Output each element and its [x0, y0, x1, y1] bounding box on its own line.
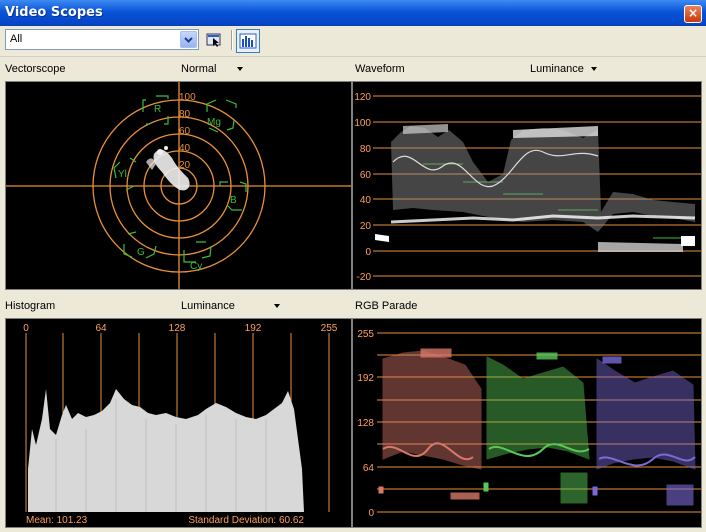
vectorscope-header: Vectorscope Normal	[0, 57, 350, 81]
title-bar: Video Scopes ×	[0, 0, 706, 26]
scope-layout-icon	[239, 33, 257, 49]
close-icon: ×	[687, 6, 699, 20]
video-scopes-window: { "window": { "title": "Video Scopes", "…	[0, 0, 706, 532]
target-label-mg: Mg	[207, 117, 221, 128]
vectorscope-title: Vectorscope	[5, 63, 66, 75]
waveform-panel[interactable]: 120 100 80 60 40 20 0 -20	[352, 81, 702, 290]
rgb-parade-y-192: 192	[357, 373, 374, 384]
target-label-r: R	[154, 104, 161, 115]
histogram-x-128: 128	[169, 323, 186, 334]
waveform-y-60: 60	[360, 170, 372, 181]
histogram-mode-select[interactable]: Luminance	[181, 300, 235, 312]
rgb-parade-title: RGB Parade	[355, 300, 418, 312]
waveform-y-100: 100	[354, 118, 371, 129]
dropdown-arrow-icon[interactable]	[180, 31, 197, 48]
waveform-title: Waveform	[355, 63, 405, 75]
vectorscope-mode-select[interactable]: Normal	[181, 63, 216, 75]
rgb-parade-y-0: 0	[368, 508, 374, 519]
waveform-y-0: 0	[365, 247, 371, 258]
waveform-mode-arrow-icon[interactable]	[591, 67, 597, 71]
histogram-x-64: 64	[95, 323, 107, 334]
rgb-parade-y-255: 255	[357, 329, 374, 340]
waveform-y-20: 20	[360, 221, 372, 232]
pick-tool-button[interactable]	[204, 30, 224, 50]
vectorscope-graph: 100 80 60 40 20 R Mg B Cy G Yl	[6, 82, 351, 289]
scope-layout-button[interactable]	[236, 29, 260, 53]
rgb-parade-graph: 255 192 128 64 0	[357, 329, 701, 519]
target-label-b: B	[230, 195, 237, 206]
pick-tool-icon	[206, 33, 221, 47]
histogram-panel[interactable]: 0 64 128 192 255 Mean: 101.23 Standard D…	[5, 318, 352, 528]
histogram-mode-arrow-icon[interactable]	[274, 304, 280, 308]
rgb-parade-panel[interactable]: 255 192 128 64 0	[352, 318, 702, 528]
rgb-parade-y-64: 64	[363, 463, 375, 474]
histogram-x-255: 255	[321, 323, 338, 334]
waveform-y-40: 40	[360, 195, 372, 206]
target-label-yl: Yl	[118, 169, 127, 180]
waveform-y-80: 80	[360, 144, 372, 155]
histogram-mean: Mean: 101.23	[26, 515, 88, 526]
histogram-stddev: Standard Deviation: 60.62	[188, 515, 304, 526]
target-label-g: G	[137, 247, 145, 258]
source-dropdown[interactable]: All	[5, 29, 199, 50]
rgb-parade-y-128: 128	[357, 418, 374, 429]
ring-label-80: 80	[179, 109, 191, 120]
vectorscope-panel[interactable]: 100 80 60 40 20 R Mg B Cy G Yl	[5, 81, 352, 290]
target-label-cy: Cy	[190, 261, 202, 272]
waveform-mode-select[interactable]: Luminance	[530, 63, 584, 75]
rgb-parade-header: RGB Parade	[351, 294, 706, 318]
ring-label-60: 60	[179, 126, 191, 137]
rgb-parade-green-trace	[483, 352, 590, 504]
histogram-header: Histogram Luminance	[0, 294, 350, 318]
waveform-graph: 120 100 80 60 40 20 0 -20	[354, 92, 701, 283]
ring-label-40: 40	[179, 143, 191, 154]
window-title: Video Scopes	[5, 5, 103, 20]
toolbar-separator	[231, 30, 233, 50]
toolbar: All	[0, 26, 706, 57]
source-dropdown-value: All	[10, 33, 23, 45]
waveform-header: Waveform Luminance	[351, 57, 706, 81]
histogram-graph: 0 64 128 192 255 Mean: 101.23 Standard D…	[23, 323, 338, 526]
ring-label-20: 20	[179, 160, 191, 171]
waveform-y-minus20: -20	[357, 272, 372, 283]
waveform-y-120: 120	[354, 92, 371, 103]
ring-label-100: 100	[179, 92, 196, 103]
rgb-parade-blue-trace	[592, 356, 696, 506]
vectorscope-mode-arrow-icon[interactable]	[237, 67, 243, 71]
waveform-trace	[375, 124, 696, 252]
histogram-x-192: 192	[245, 323, 262, 334]
close-button[interactable]: ×	[684, 5, 702, 23]
histogram-fill	[28, 389, 304, 512]
histogram-x-0: 0	[23, 323, 29, 334]
rgb-parade-red-trace	[378, 348, 482, 500]
histogram-title: Histogram	[5, 300, 56, 312]
